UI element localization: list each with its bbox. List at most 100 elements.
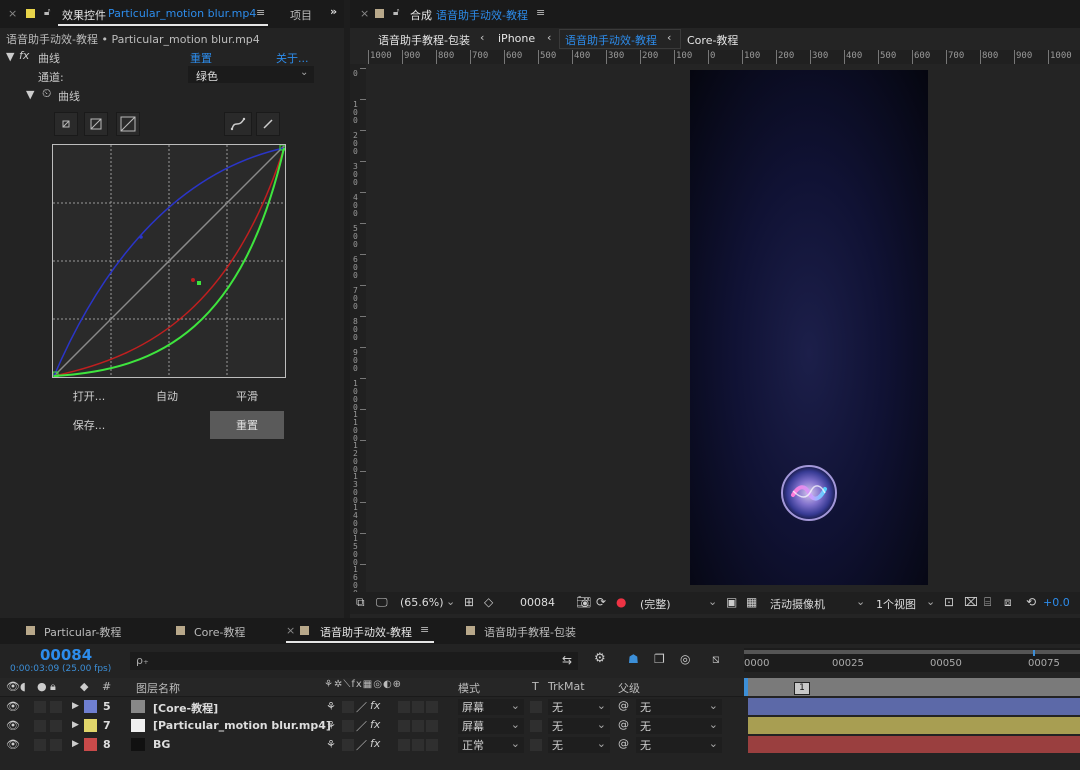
adjustment-switch[interactable] [426, 701, 438, 713]
effect-controls-tab-file[interactable]: Particular_motion blur.mp4 [108, 7, 256, 20]
lock-icon[interactable]: 🔓︎ [393, 7, 399, 18]
tab-menu-icon[interactable]: ≡ [256, 6, 265, 19]
tab-menu-icon[interactable]: ≡ [420, 623, 429, 636]
work-area-start[interactable] [744, 678, 748, 696]
solo-switch[interactable] [50, 739, 62, 751]
audio-switch-icon[interactable]: ◖ [20, 680, 26, 693]
work-area-bar[interactable] [744, 650, 1080, 654]
solo-switch[interactable] [50, 720, 62, 732]
medium-graph-size-button[interactable] [84, 112, 108, 136]
time-ruler[interactable]: 0000 00025 00050 00075 [744, 648, 1080, 672]
chevron-down-icon[interactable]: ⌄ [446, 595, 455, 608]
motion-blur-switch[interactable] [412, 720, 424, 732]
collapse-switch[interactable] [342, 739, 354, 751]
chevron-down-icon[interactable]: ⌄ [708, 595, 717, 608]
layer-name[interactable]: [Core-教程] [153, 700, 218, 716]
parent-pickwhip-icon[interactable]: @ [618, 699, 629, 712]
motion-blur-icon[interactable]: ◎ [680, 652, 690, 666]
trkmat-dropdown[interactable]: 无 ⌄ [548, 737, 610, 753]
large-graph-size-button[interactable] [116, 112, 140, 136]
composition-marker-row[interactable]: 1 [744, 678, 1080, 696]
timeline-tab[interactable]: Core-教程 [194, 624, 245, 640]
collapse-switch[interactable] [342, 701, 354, 713]
fx-icon[interactable]: fx [19, 49, 29, 62]
effect-controls-tab-label[interactable]: 效果控件 [62, 7, 106, 23]
shy-switch-icon[interactable]: ⚘ [326, 700, 336, 713]
fx-switch-icon[interactable]: fx [370, 718, 380, 731]
layer-name[interactable]: [Particular_motion blur.mp4] [153, 719, 331, 732]
small-graph-size-button[interactable] [54, 112, 78, 136]
reset-link[interactable]: 重置 [190, 50, 212, 66]
timeline-tab[interactable]: 语音助手教程-包装 [484, 624, 576, 640]
toggle-pixel-aspect-icon[interactable]: ⊡ [944, 595, 954, 609]
parent-pickwhip-icon[interactable]: @ [618, 718, 629, 731]
layer-bar-particular[interactable] [748, 717, 1080, 734]
table-row[interactable]: 👁︎ ▶ 8 BG ⚘ ／ fx 正常 ⌄ 无 ⌄ @ 无 ⌄ [0, 736, 744, 755]
timeline-tab-active[interactable]: 语音助手动效-教程 [320, 624, 412, 640]
close-icon[interactable]: × [360, 7, 369, 20]
motion-blur-switch[interactable] [412, 739, 424, 751]
fx-switch-icon[interactable]: fx [370, 737, 380, 750]
fast-preview-icon[interactable]: ⌧ [964, 595, 978, 609]
comp-mini-flowchart-icon[interactable]: ⇆ [562, 653, 572, 667]
region-of-interest-icon[interactable]: ▣ [726, 595, 737, 609]
layer-label-color[interactable] [84, 738, 97, 751]
current-time-indicator[interactable] [1033, 650, 1035, 656]
parent-dropdown[interactable]: 无 ⌄ [636, 737, 722, 753]
eye-icon[interactable]: 👁︎ [6, 719, 20, 732]
collapse-switch[interactable] [342, 720, 354, 732]
motion-blur-switch[interactable] [412, 701, 424, 713]
draft-3d-icon[interactable]: ⚙︎ [594, 651, 606, 666]
close-icon[interactable]: × [286, 624, 295, 637]
layer-search-input[interactable]: ρ₊ [130, 652, 578, 670]
project-tab[interactable]: 项目 [290, 7, 312, 23]
expand-triangle-icon[interactable]: ▶ [72, 701, 79, 711]
blend-mode-dropdown[interactable]: 正常 ⌄ [458, 737, 524, 753]
frame-blend-switch[interactable] [398, 701, 410, 713]
adjustment-switch[interactable] [426, 739, 438, 751]
lock-switch-icon[interactable]: 🔒︎ [50, 680, 56, 694]
current-frame[interactable]: 00084 [40, 646, 92, 664]
audio-switch[interactable] [34, 739, 46, 751]
about-link[interactable]: 关于... [276, 50, 309, 66]
quality-switch-icon[interactable]: ／ [356, 718, 367, 734]
parent-pickwhip-icon[interactable]: @ [618, 737, 629, 750]
reset-exposure-icon[interactable]: ⟲ [1026, 595, 1036, 609]
auto-curve-button[interactable]: 自动 [130, 382, 204, 410]
solo-switch-icon[interactable]: ● [37, 680, 47, 693]
layer-label-color[interactable] [84, 700, 97, 713]
frame-blending-icon[interactable]: ❐ [654, 652, 665, 666]
horizontal-ruler[interactable]: 1000 900 800 700 600 500 400 300 200 100 0 100 200 30… [368, 50, 1080, 64]
trkmat-dropdown[interactable]: 无 ⌄ [548, 718, 610, 734]
blend-mode-dropdown[interactable]: 屏幕 ⌄ [458, 699, 524, 715]
comp-marker[interactable]: 1 [794, 682, 810, 695]
comp-tab-name[interactable]: 语音助手动效-教程 [436, 7, 528, 23]
eye-icon[interactable]: 👁︎ [6, 738, 20, 751]
nav-item-iphone[interactable]: iPhone [498, 32, 535, 45]
curves-graph[interactable] [52, 144, 286, 378]
nav-item-packaging[interactable]: 语音助手教程-包装 [378, 32, 470, 48]
video-switch-icon[interactable]: 👁︎ [6, 680, 20, 693]
zoom-value[interactable]: (65.6%) [400, 596, 444, 609]
close-icon[interactable]: × [8, 7, 17, 20]
adjustment-switch[interactable] [426, 720, 438, 732]
frame-blend-switch[interactable] [398, 739, 410, 751]
layer-label-color[interactable] [84, 719, 97, 732]
chevron-down-icon[interactable]: ⌄ [926, 595, 935, 608]
eye-icon[interactable]: 👁︎ [6, 700, 20, 713]
expand-triangle-icon[interactable]: ▼ [6, 50, 14, 63]
layer-bar-core[interactable] [748, 698, 1080, 715]
overflow-chevron-icon[interactable]: » [330, 5, 337, 18]
solo-switch[interactable] [50, 701, 62, 713]
table-row[interactable]: 👁︎ ▶ 5 [Core-教程] ⚘ ／ fx 屏幕 ⌄ 无 ⌄ @ 无 ⌄ [0, 698, 744, 717]
camera-dropdown[interactable]: 活动摄像机 [770, 596, 825, 612]
fx-switch-icon[interactable]: fx [370, 699, 380, 712]
view-layout-dropdown[interactable]: 1个视图 [876, 596, 916, 612]
shy-switch-icon[interactable]: ⚘ [326, 719, 336, 732]
pencil-tool-button[interactable] [256, 112, 280, 136]
composition-canvas[interactable] [690, 70, 928, 585]
timeline-tab[interactable]: Particular-教程 [44, 624, 121, 640]
open-curve-button[interactable]: 打开... [52, 382, 126, 410]
comp-timecode[interactable]: 00084 [520, 596, 555, 609]
shy-switch-icon[interactable]: ⚘ [326, 738, 336, 751]
